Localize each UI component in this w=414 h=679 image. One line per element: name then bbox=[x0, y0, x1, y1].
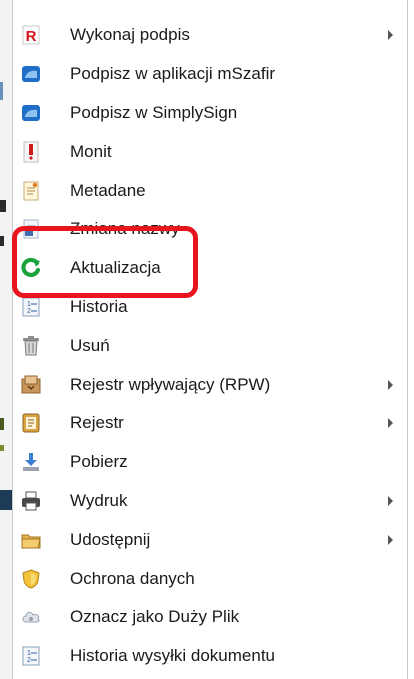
menu-item-label: Ochrona danych bbox=[70, 568, 195, 588]
menu-item-label: Monit bbox=[70, 141, 112, 161]
mszafir-icon bbox=[22, 66, 40, 83]
menu-item-zmiana-nazwy[interactable]: Zmiana nazwy bbox=[13, 210, 407, 249]
menu-item-aktualizacja[interactable]: Aktualizacja bbox=[13, 249, 407, 288]
submenu-arrow-icon bbox=[388, 534, 393, 545]
menu-item-label: Metadane bbox=[70, 180, 146, 200]
rename-icon bbox=[23, 219, 39, 239]
background-window-edge bbox=[0, 0, 12, 679]
background-mark bbox=[0, 82, 3, 100]
menu-item-wykonaj-podpis[interactable]: R Wykonaj podpis bbox=[13, 16, 407, 55]
incoming-register-icon bbox=[21, 375, 41, 394]
share-folder-icon bbox=[21, 534, 41, 549]
background-mark bbox=[0, 490, 12, 510]
menu-item-label: Oznacz jako Duży Plik bbox=[70, 607, 240, 627]
menu-item-label: Rejestr wpływający (RPW) bbox=[70, 374, 271, 394]
menu-item-label: Podpisz w SimplySign bbox=[70, 102, 238, 122]
menu-item-historia-wysylki[interactable]: 1 2 Historia wysyłki dokumentu bbox=[13, 637, 407, 676]
menu-item-label: Wykonaj podpis bbox=[70, 25, 190, 45]
context-menu: R Wykonaj podpis Podpisz w aplikacji mSz… bbox=[12, 0, 408, 679]
menu-item-label: Udostępnij bbox=[70, 529, 151, 549]
svg-text:2: 2 bbox=[27, 657, 31, 664]
background-mark bbox=[0, 200, 6, 212]
submenu-arrow-icon bbox=[388, 418, 393, 429]
svg-text:2: 2 bbox=[27, 308, 31, 315]
menu-item-label: Aktualizacja bbox=[70, 258, 161, 278]
menu-item-wydruk[interactable]: Wydruk bbox=[13, 482, 407, 521]
menu-item-label: Wydruk bbox=[70, 490, 128, 510]
signature-icon: R bbox=[22, 25, 40, 45]
simplysign-icon bbox=[22, 104, 40, 121]
svg-text:1: 1 bbox=[27, 650, 31, 657]
reminder-icon bbox=[23, 141, 39, 163]
menu-item-udostepnij[interactable]: Udostępnij bbox=[13, 520, 407, 559]
menu-item-usun[interactable]: Usuń bbox=[13, 326, 407, 365]
download-icon bbox=[23, 453, 39, 472]
menu-item-oznacz-duzy-plik[interactable]: Oznacz jako Duży Plik bbox=[13, 598, 407, 637]
printer-icon bbox=[22, 491, 40, 511]
menu-item-label: Rejestr bbox=[70, 413, 124, 433]
menu-item-podpisz-simplysign[interactable]: Podpisz w SimplySign bbox=[13, 94, 407, 133]
menu-item-ochrona-danych[interactable]: Ochrona danych bbox=[13, 559, 407, 598]
menu-item-label: Historia wysyłki dokumentu bbox=[70, 646, 276, 666]
send-history-icon: 1 2 bbox=[22, 646, 40, 666]
history-icon: 1 2 bbox=[22, 297, 40, 317]
menu-item-monit[interactable]: Monit bbox=[13, 132, 407, 171]
refresh-icon bbox=[21, 258, 41, 278]
menu-item-historia[interactable]: 1 2 Historia bbox=[13, 288, 407, 327]
background-mark bbox=[0, 236, 4, 246]
shield-icon bbox=[22, 569, 40, 589]
menu-item-podpisz-mszafir[interactable]: Podpisz w aplikacji mSzafir bbox=[13, 55, 407, 94]
svg-text:1: 1 bbox=[27, 301, 31, 308]
menu-item-rejestr[interactable]: Rejestr bbox=[13, 404, 407, 443]
menu-item-label: Podpisz w aplikacji mSzafir bbox=[70, 64, 276, 84]
menu-item-label: Usuń bbox=[70, 335, 110, 355]
menu-item-metadane[interactable]: Metadane bbox=[13, 171, 407, 210]
background-mark bbox=[0, 418, 4, 430]
submenu-arrow-icon bbox=[388, 379, 393, 390]
register-icon bbox=[22, 413, 40, 433]
metadata-icon bbox=[23, 181, 39, 201]
submenu-arrow-icon bbox=[388, 30, 393, 41]
svg-text:R: R bbox=[26, 28, 37, 45]
menu-item-pobierz[interactable]: Pobierz bbox=[13, 443, 407, 482]
cloud-icon bbox=[22, 612, 40, 623]
menu-item-label: Zmiana nazwy bbox=[70, 219, 180, 239]
submenu-arrow-icon bbox=[388, 495, 393, 506]
menu-item-rejestr-wplywajacy[interactable]: Rejestr wpływający (RPW) bbox=[13, 365, 407, 404]
background-mark bbox=[0, 445, 4, 451]
screenshot-stage: R Wykonaj podpis Podpisz w aplikacji mSz… bbox=[0, 0, 414, 679]
menu-item-label: Pobierz bbox=[70, 452, 128, 472]
menu-item-label: Historia bbox=[70, 296, 128, 316]
trash-icon bbox=[23, 335, 39, 356]
